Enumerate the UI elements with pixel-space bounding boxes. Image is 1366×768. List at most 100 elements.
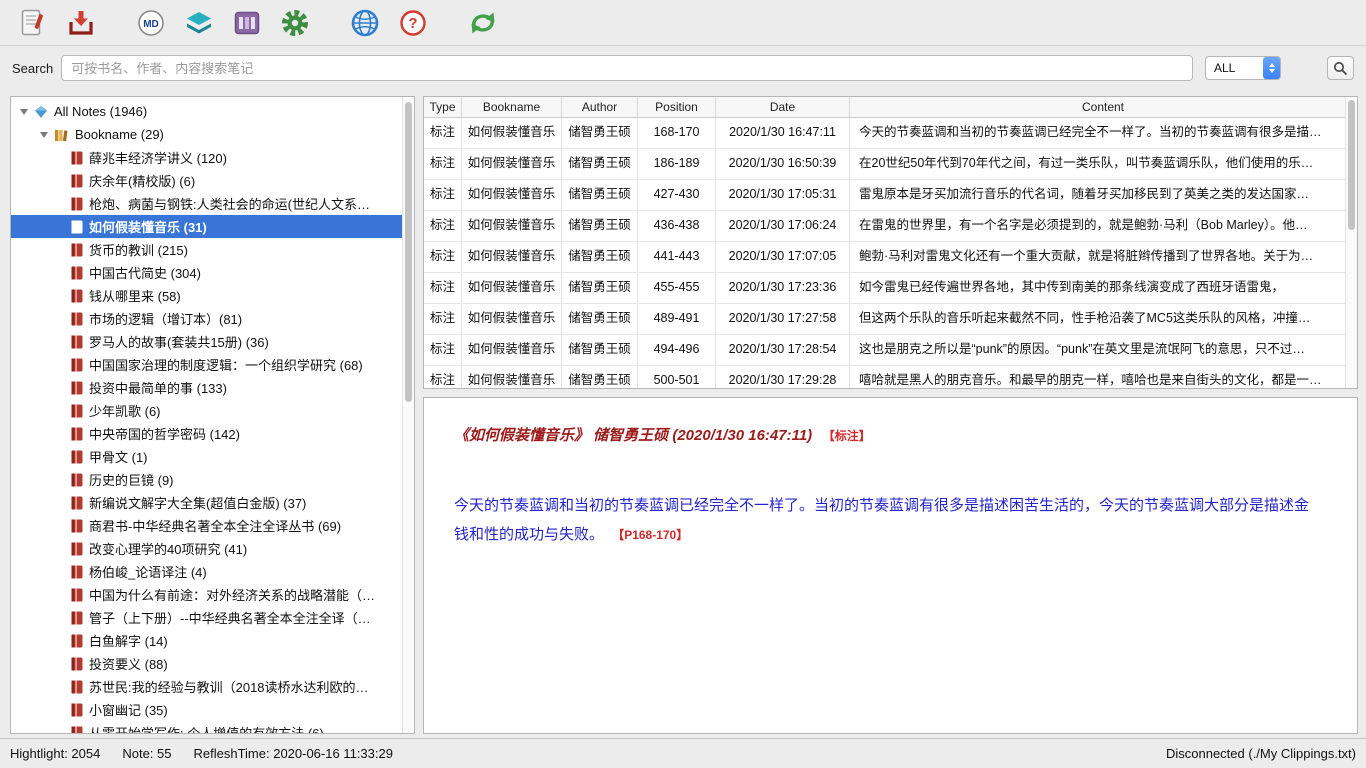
book-label: 改变心理学的40项研究 (41) [89, 539, 247, 558]
tree-item-book[interactable]: 中国国家治理的制度逻辑：一个组织学研究 (68) [11, 353, 414, 376]
tree-item-book[interactable]: 中国古代简史 (304) [11, 261, 414, 284]
note-row[interactable]: 标注 如何假装懂音乐 储智勇王硕 436-438 2020/1/30 17:06… [424, 211, 1357, 242]
tree-item-book[interactable]: 中央帝国的哲学密码 (142) [11, 422, 414, 445]
refresh-icon[interactable] [466, 6, 500, 40]
tree-item-all-notes[interactable]: All Notes (1946) [11, 100, 414, 123]
tree-item-book[interactable]: 管子（上下册）--中华经典名著全本全注全译（… [11, 606, 414, 629]
tree-item-book[interactable]: 杨伯峻_论语译注 (4) [11, 560, 414, 583]
tree-item-book[interactable]: 投资中最简单的事 (133) [11, 376, 414, 399]
tree-item-book[interactable]: 新编说文解字大全集(超值白金版) (37) [11, 491, 414, 514]
book-list: 薛兆丰经济学讲义 (120) 庆余年(精校版) (6) [11, 146, 414, 734]
tree-item-book[interactable]: 白鱼解字 (14) [11, 629, 414, 652]
sidebar-scrollbar[interactable] [402, 97, 414, 733]
book-label: 投资要义 (88) [89, 654, 168, 673]
import-icon[interactable] [64, 6, 98, 40]
notes-table-header: Type Bookname Author Position Date Conte… [424, 97, 1357, 118]
note-row[interactable]: 标注 如何假装懂音乐 储智勇王硕 489-491 2020/1/30 17:27… [424, 304, 1357, 335]
notes-icon[interactable] [16, 6, 50, 40]
detail-content: 今天的节奏蓝调和当初的节奏蓝调已经完全不一样了。当初的节奏蓝调有很多是描述困苦生… [454, 491, 1327, 550]
book-label: 枪炮、病菌与钢铁:人类社会的命运(世纪人文系… [89, 194, 370, 213]
note-row[interactable]: 标注 如何假装懂音乐 储智勇王硕 500-501 2020/1/30 17:29… [424, 366, 1357, 389]
filter-dropdown[interactable]: ALL [1205, 56, 1281, 80]
search-input[interactable] [61, 55, 1193, 81]
note-row[interactable]: 标注 如何假装懂音乐 储智勇王硕 186-189 2020/1/30 16:50… [424, 149, 1357, 180]
cell-type: 标注 [424, 273, 462, 303]
tree-item-book[interactable]: 罗马人的故事(套装共15册) (36) [11, 330, 414, 353]
library-icon[interactable] [230, 6, 264, 40]
book-icon [71, 473, 83, 487]
cell-author: 储智勇王硕 [562, 273, 638, 303]
cell-bookname: 如何假装懂音乐 [462, 304, 562, 334]
tree-item-book[interactable]: 枪炮、病菌与钢铁:人类社会的命运(世纪人文系… [11, 192, 414, 215]
column-header[interactable]: Content [850, 97, 1357, 117]
column-header[interactable]: Bookname [462, 97, 562, 117]
book-label: 如何假装懂音乐 (31) [89, 217, 207, 236]
tree-item-book[interactable]: 苏世民:我的经验与教训（2018读桥水达利欧的… [11, 675, 414, 698]
tree-item-book[interactable]: 甲骨文 (1) [11, 445, 414, 468]
tree-item-book[interactable]: 投资要义 (88) [11, 652, 414, 675]
column-header[interactable]: Date [716, 97, 850, 117]
book-icon [71, 243, 83, 257]
status-bar: Hightlight: 2054 Note: 55 RefleshTime: 2… [0, 738, 1366, 768]
disclosure-triangle-icon[interactable] [40, 132, 48, 138]
cell-bookname: 如何假装懂音乐 [462, 211, 562, 241]
tree-item-book[interactable]: 货币的教训 (215) [11, 238, 414, 261]
search-label: Search [12, 61, 53, 76]
book-icon [71, 358, 83, 372]
table-scrollbar[interactable] [1345, 97, 1357, 388]
book-label: 中央帝国的哲学密码 (142) [89, 424, 240, 443]
tree-item-book[interactable]: 市场的逻辑（增订本）(81) [11, 307, 414, 330]
tree-item-book[interactable]: 薛兆丰经济学讲义 (120) [11, 146, 414, 169]
book-icon [71, 151, 83, 165]
cell-bookname: 如何假装懂音乐 [462, 118, 562, 148]
layers-icon[interactable] [182, 6, 216, 40]
book-label: 货币的教训 (215) [89, 240, 188, 259]
search-button[interactable] [1327, 56, 1354, 80]
cell-content: 在雷鬼的世界里，有一个名字是必须提到的，就是鲍勃·马利（Bob Marley）。… [850, 211, 1357, 241]
note-row[interactable]: 标注 如何假装懂音乐 储智勇王硕 494-496 2020/1/30 17:28… [424, 335, 1357, 366]
tree-item-book[interactable]: 从零开始学写作: 个人增值的有效方法 (6) [11, 721, 414, 734]
tree-item-book[interactable]: 少年凯歌 (6) [11, 399, 414, 422]
tree-item-book[interactable]: 中国为什么有前途：对外经济关系的战略潜能（… [11, 583, 414, 606]
book-label: 杨伯峻_论语译注 (4) [89, 562, 207, 581]
svg-text:?: ? [408, 15, 417, 32]
note-row[interactable]: 标注 如何假装懂音乐 储智勇王硕 455-455 2020/1/30 17:23… [424, 273, 1357, 304]
settings-gear-icon[interactable] [278, 6, 312, 40]
book-icon [71, 266, 83, 280]
sidebar-scrollbar-thumb[interactable] [405, 102, 412, 402]
book-icon [71, 703, 83, 717]
book-icon [71, 220, 83, 234]
book-icon [71, 611, 83, 625]
tree-item-book[interactable]: 历史的巨镜 (9) [11, 468, 414, 491]
globe-icon[interactable] [348, 6, 382, 40]
tree-item-book[interactable]: 小窗幽记 (35) [11, 698, 414, 721]
book-label: 少年凯歌 (6) [89, 401, 161, 420]
tree-item-book[interactable]: 如何假装懂音乐 (31) [11, 215, 414, 238]
tree-item-book[interactable]: 改变心理学的40项研究 (41) [11, 537, 414, 560]
column-header[interactable]: Position [638, 97, 716, 117]
cell-date: 2020/1/30 16:47:11 [716, 118, 850, 148]
help-icon[interactable]: ? [396, 6, 430, 40]
cell-author: 储智勇王硕 [562, 335, 638, 365]
cell-type: 标注 [424, 304, 462, 334]
column-header[interactable]: Author [562, 97, 638, 117]
book-icon [71, 404, 83, 418]
column-header[interactable]: Type [424, 97, 462, 117]
note-row[interactable]: 标注 如何假装懂音乐 储智勇王硕 441-443 2020/1/30 17:07… [424, 242, 1357, 273]
md-export-icon[interactable]: MD [134, 6, 168, 40]
table-scrollbar-thumb[interactable] [1348, 100, 1355, 230]
cell-content: 嘻哈就是黑人的朋克音乐。和最早的朋克一样，嘻哈也是来自街头的文化，都是一… [850, 366, 1357, 389]
note-row[interactable]: 标注 如何假装懂音乐 储智勇王硕 168-170 2020/1/30 16:47… [424, 118, 1357, 149]
tree-item-book[interactable]: 钱从哪里来 (58) [11, 284, 414, 307]
tree-item-bookname[interactable]: Bookname (29) [11, 123, 414, 146]
toolbar: MD ? [0, 0, 1366, 46]
tree-item-book[interactable]: 庆余年(精校版) (6) [11, 169, 414, 192]
tree-item-book[interactable]: 商君书-中华经典名著全本全注全译丛书 (69) [11, 514, 414, 537]
book-label: 历史的巨镜 (9) [89, 470, 174, 489]
filter-selected-value: ALL [1206, 61, 1263, 75]
cell-position: 168-170 [638, 118, 716, 148]
disclosure-triangle-icon[interactable] [20, 109, 28, 115]
status-note-count: Note: 55 [122, 746, 171, 761]
note-row[interactable]: 标注 如何假装懂音乐 储智勇王硕 427-430 2020/1/30 17:05… [424, 180, 1357, 211]
cell-type: 标注 [424, 180, 462, 210]
